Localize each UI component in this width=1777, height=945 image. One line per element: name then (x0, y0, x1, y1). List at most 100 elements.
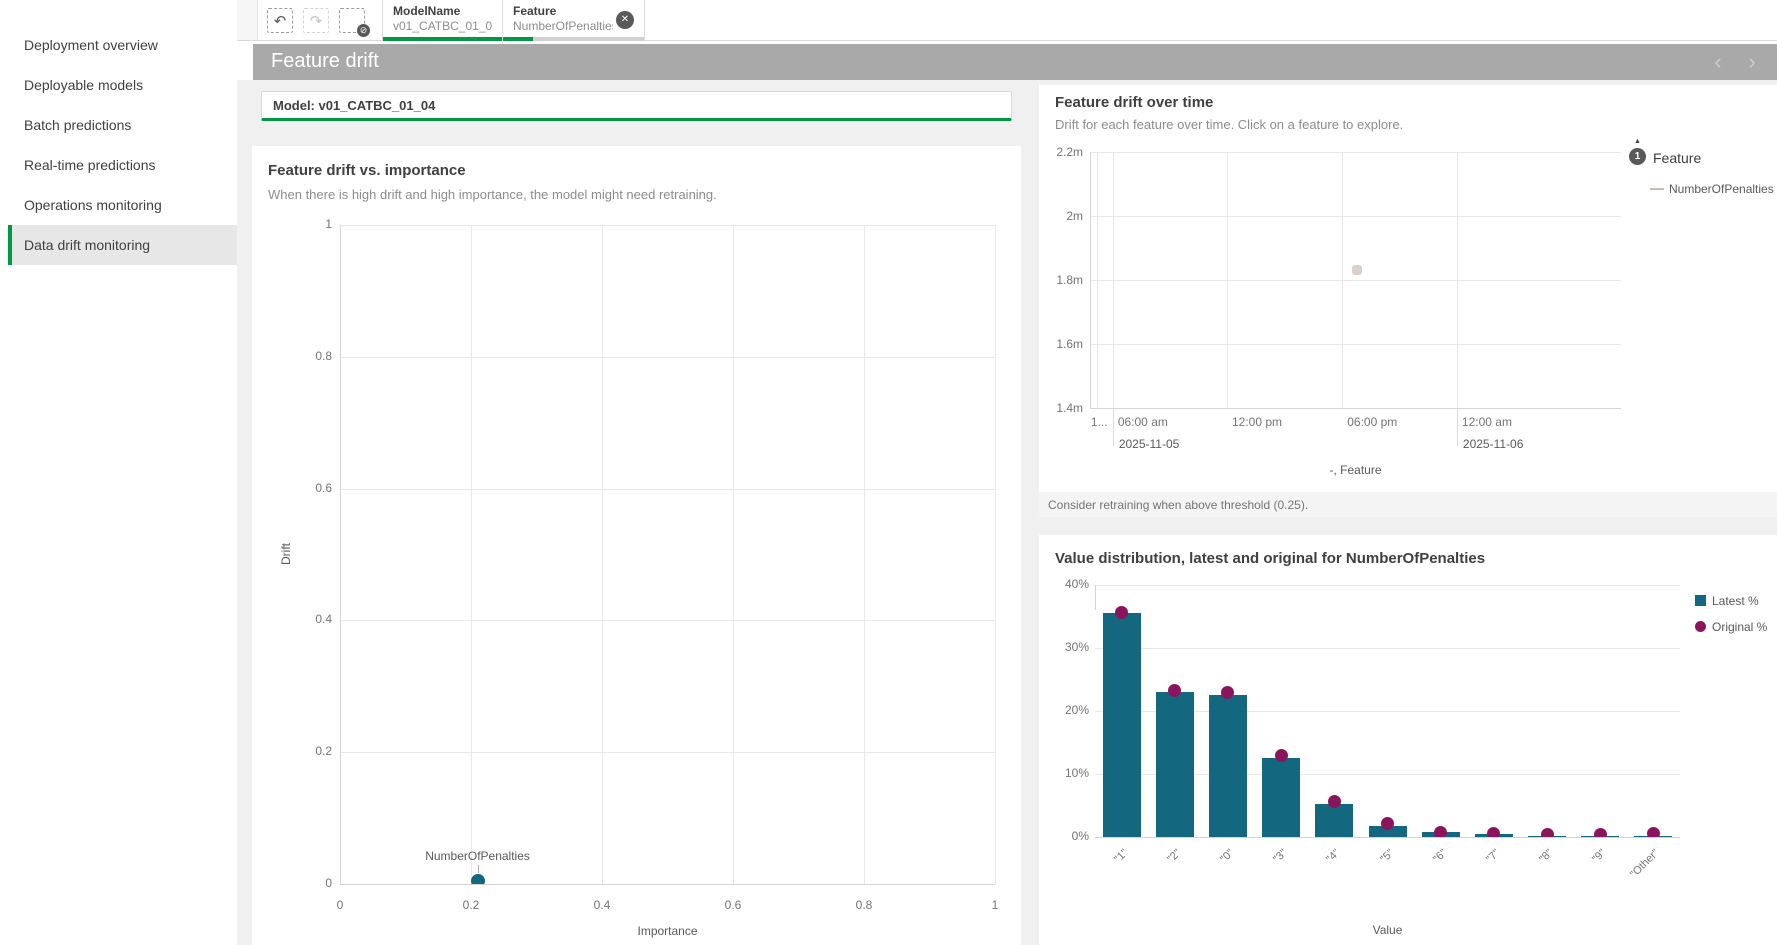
sidebar-item-label: Operations monitoring (24, 197, 162, 213)
point-original[interactable] (1487, 827, 1500, 837)
toolbar-gutter (237, 0, 258, 40)
y-tick-label: 2.2m (1045, 145, 1083, 159)
sidebar: Deployment overview Deployable models Ba… (0, 0, 237, 945)
bar-latest[interactable] (1262, 758, 1300, 837)
x-category-label: "1" (1076, 847, 1130, 901)
h-gridline (340, 884, 995, 885)
app-root: Deployment overview Deployable models Ba… (0, 0, 1777, 945)
x-tick-label: 0.4 (582, 898, 622, 912)
legend-scroll-up-icon[interactable]: ▲ (1634, 138, 1641, 145)
y-tick-label: 30% (1049, 640, 1089, 654)
sidebar-item-deployable-models[interactable]: Deployable models (8, 65, 237, 105)
chip-value-label: v01_CATBC_01_04 (393, 19, 492, 33)
sidebar-item-deployment-overview[interactable]: Deployment overview (8, 25, 237, 65)
point-original[interactable] (1594, 828, 1607, 837)
y-tick-label: 0.4 (294, 612, 332, 626)
x-tick-label: 0 (320, 898, 360, 912)
v-gridline (995, 225, 996, 884)
sidebar-item-data-drift-monitoring[interactable]: Data drift monitoring (8, 225, 237, 265)
y-tick-label: 1.4m (1045, 401, 1083, 415)
y-tick-label: 0.6 (294, 481, 332, 495)
chip-selection-underline (383, 37, 502, 41)
x-category-label: "4" (1289, 847, 1343, 901)
remove-selection-icon[interactable]: ✕ (616, 11, 634, 29)
model-filter-select[interactable]: Model: v01_CATBC_01_04 (261, 91, 1012, 121)
h-gridline (1090, 216, 1621, 217)
sidebar-item-label: Deployable models (24, 77, 143, 93)
y-tick-label: 1.6m (1045, 337, 1083, 351)
prev-sheet-button[interactable]: ‹ (1707, 51, 1729, 73)
y-tick-label: 0% (1049, 829, 1089, 843)
point-original[interactable] (1647, 827, 1660, 837)
y-tick-label: 1 (294, 217, 332, 231)
selection-chip-feature[interactable]: Feature NumberOfPenalties ✕ (503, 0, 645, 41)
x-category-label: "Other" (1608, 847, 1662, 901)
scatter-plot-area: 00.20.40.60.8100.20.40.60.81NumberOfPena… (252, 146, 1021, 945)
clear-selections-button[interactable]: ⊘ (339, 8, 365, 33)
selections-toolbar: ↶ ↷ ⊘ ModelName v01_CATBC_01_04 Feature … (237, 0, 1777, 41)
x-tick-label: 0.2 (451, 898, 491, 912)
y-tick-label: 0.2 (294, 744, 332, 758)
point-original[interactable] (1275, 749, 1288, 762)
dist-clip (1095, 585, 1680, 837)
threshold-footnote: Consider retraining when above threshold… (1039, 492, 1777, 517)
x-tick-label: 0.8 (844, 898, 884, 912)
bar-latest[interactable] (1209, 695, 1247, 837)
sheet-content: Model: v01_CATBC_01_04 Feature drift vs.… (237, 80, 1777, 945)
h-gridline (1090, 408, 1621, 409)
selection-chip-modelname[interactable]: ModelName v01_CATBC_01_04 (382, 0, 503, 41)
x-axis-title: Importance (608, 924, 728, 938)
x-tick-label: 0.6 (713, 898, 753, 912)
chevron-left-icon: ‹ (1714, 49, 1721, 74)
feature-drift-over-time-card: Feature drift over time Drift for each f… (1039, 85, 1777, 517)
bar-plot-area: 0%10%20%30%40%"1""2""0""3""4""5""6""7""8… (1039, 535, 1777, 945)
scatter-clip (340, 225, 995, 884)
sheet-title: Feature drift (271, 50, 379, 73)
y-tick-label: 0.8 (294, 349, 332, 363)
bar-latest[interactable] (1315, 804, 1353, 837)
bar-latest[interactable] (1103, 613, 1141, 837)
y-tick-label: 20% (1049, 703, 1089, 717)
point-original[interactable] (1328, 795, 1341, 808)
x-category-label: "3" (1236, 847, 1290, 901)
threshold-footnote-text: Consider retraining when above threshold… (1048, 498, 1308, 512)
sidebar-item-batch-predictions[interactable]: Batch predictions (8, 105, 237, 145)
chip-field-label: ModelName (393, 4, 492, 19)
point-original[interactable] (1434, 826, 1447, 837)
step-forward-selection-button[interactable]: ↷ (303, 8, 329, 33)
x-category-label: "8" (1502, 847, 1556, 901)
time-series-point[interactable] (1352, 265, 1362, 275)
v-gridline (1227, 152, 1228, 408)
x-category-label: "0" (1183, 847, 1237, 901)
scatter-point[interactable] (471, 874, 485, 884)
h-gridline (1090, 152, 1621, 153)
x-tick-label: 1 (975, 898, 1015, 912)
x-category-label: "9" (1555, 847, 1609, 901)
point-original[interactable] (1115, 606, 1128, 619)
legend-item-numberofpenalties[interactable]: NumberOfPenalties (1669, 182, 1774, 196)
sidebar-item-label: Deployment overview (24, 37, 158, 53)
x-category-label: "7" (1449, 847, 1503, 901)
x-tick-label: 12:00 am (1462, 415, 1532, 429)
step-back-selection-button[interactable]: ↶ (267, 8, 293, 33)
point-original[interactable] (1168, 684, 1181, 697)
bar-latest[interactable] (1156, 692, 1194, 837)
v-gridline (1113, 152, 1114, 408)
next-sheet-button[interactable]: › (1741, 51, 1763, 73)
x-category-label: "6" (1395, 847, 1449, 901)
y-tick-label: 10% (1049, 766, 1089, 780)
point-original[interactable] (1541, 828, 1554, 837)
value-distribution-card: Value distribution, latest and original … (1039, 535, 1777, 945)
sidebar-item-label: Batch predictions (24, 117, 131, 133)
v-gridline (1457, 152, 1458, 408)
sidebar-item-real-time-predictions[interactable]: Real-time predictions (8, 145, 237, 185)
legend-item-latest[interactable]: Latest % (1712, 594, 1759, 608)
point-label-connector (478, 865, 479, 873)
date-separator (1113, 408, 1114, 446)
sheet-header: Feature drift ‹ › (253, 44, 1777, 80)
sidebar-item-operations-monitoring[interactable]: Operations monitoring (8, 185, 237, 225)
legend-item-original[interactable]: Original % (1712, 620, 1767, 634)
model-filter-label: Model: v01_CATBC_01_04 (273, 98, 435, 113)
date-label: 2025-11-05 (1119, 437, 1209, 451)
x-category-label: "2" (1130, 847, 1184, 901)
